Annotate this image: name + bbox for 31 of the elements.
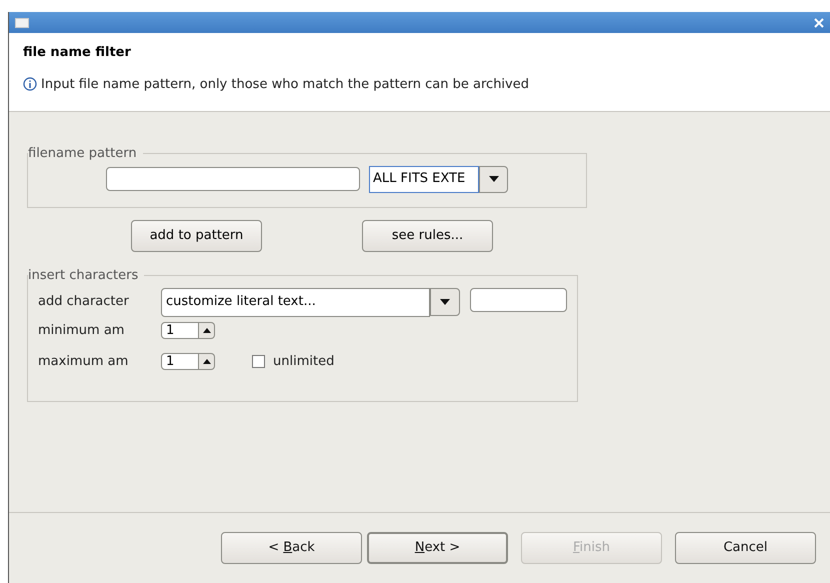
literal-text-field[interactable] — [470, 288, 567, 312]
wizard-button[interactable]: Next > — [367, 532, 508, 564]
action-button[interactable]: see rules... — [362, 220, 493, 252]
number-field[interactable]: 1 — [161, 353, 199, 370]
number-field[interactable]: 1 — [161, 322, 199, 339]
page-message: Input file name pattern, only those who match the pattern can be archived — [41, 76, 529, 94]
spin-up-button[interactable] — [199, 322, 215, 339]
info-icon — [23, 77, 37, 92]
pattern-field[interactable] — [106, 167, 360, 191]
group-legend: insert characters — [28, 266, 144, 286]
up-arrow-icon — [202, 359, 210, 364]
spin-up-button[interactable] — [199, 353, 215, 370]
wizard-button[interactable]: Cancel — [675, 532, 816, 564]
group-legend: filename pattern — [28, 144, 143, 164]
field-label: minimum am — [38, 322, 126, 340]
field-label: maximum am — [38, 353, 130, 371]
window-icon — [15, 18, 29, 28]
page-title: file name filter — [23, 44, 132, 62]
up-arrow-icon — [202, 328, 210, 333]
action-button[interactable]: add to pattern — [131, 220, 262, 252]
caret-icon — [440, 298, 450, 304]
checkbox-label: unlimited — [273, 353, 334, 371]
extension-combo-field[interactable]: ALL FITS EXTE — [369, 166, 479, 192]
dropdown-button[interactable] — [479, 166, 508, 192]
field-label: add character — [38, 293, 130, 312]
close-icon[interactable] — [814, 18, 824, 28]
checkbox[interactable] — [252, 355, 265, 368]
dropdown-button[interactable] — [430, 288, 460, 316]
character-combo-field[interactable]: customize literal text... — [161, 288, 430, 316]
caret-icon — [488, 176, 498, 182]
wizard-button[interactable]: < Back — [221, 532, 362, 564]
